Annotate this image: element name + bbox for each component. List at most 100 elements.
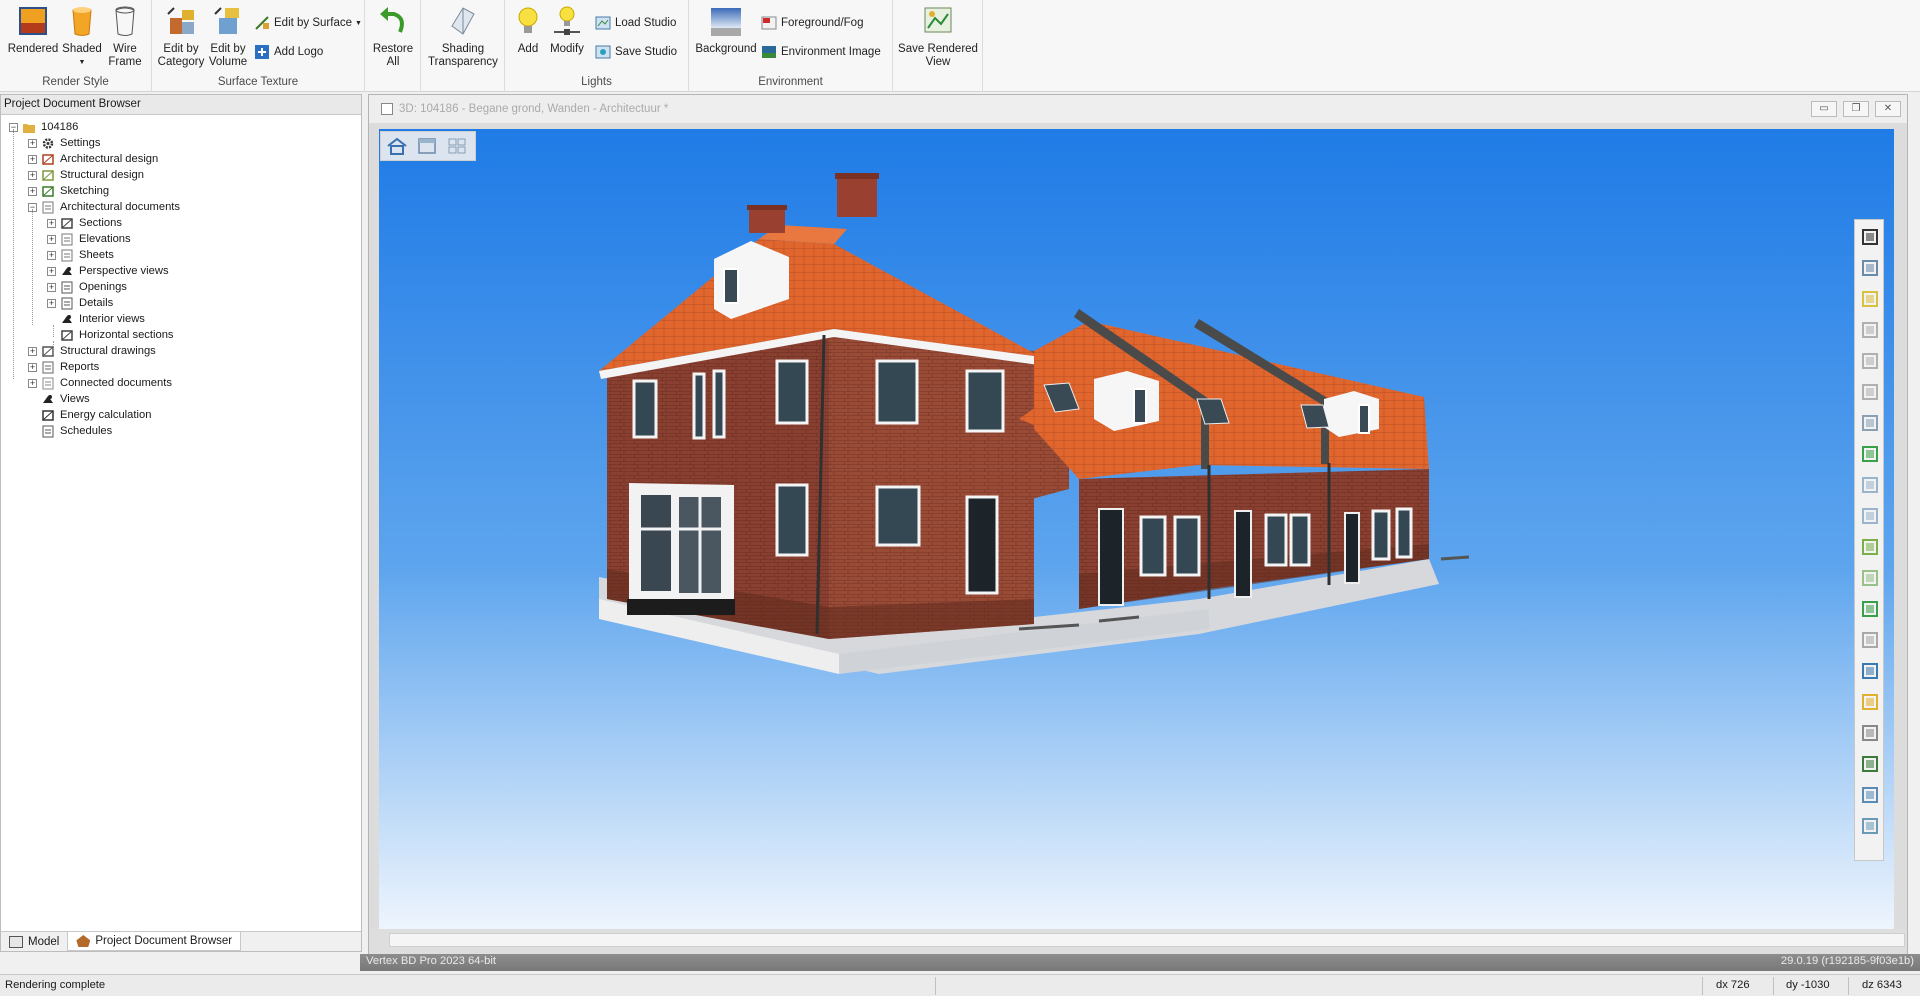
box-select-icon[interactable] [1859,598,1881,620]
add-logo-button[interactable]: Add Logo [254,44,323,60]
transparency-icon [446,4,480,38]
modify-light-button[interactable]: Modify [547,4,587,56]
export-icon[interactable] [1859,815,1881,837]
box-front-icon[interactable] [1859,505,1881,527]
add-light-button[interactable]: Add [511,4,545,56]
tree-item[interactable]: + Sections [47,215,122,231]
tree-item[interactable]: + Structural drawings [28,343,156,359]
background-button[interactable]: Background [693,4,759,56]
beam-icon [41,169,55,182]
tree-item[interactable]: + Openings [47,279,127,295]
tree-item[interactable]: − Architectural documents [28,199,180,215]
expand-icon[interactable]: + [28,186,37,196]
tree-item[interactable]: + Perspective views [47,263,169,279]
ribbon: Rendered Shaded ▼ Wire Frame Render Styl… [0,0,1920,92]
layer-yellow-icon[interactable] [1859,691,1881,713]
tree-item[interactable]: + Sketching [28,183,109,199]
expand-icon[interactable]: + [28,362,37,372]
rendered-icon [16,4,50,38]
foreground-fog-button[interactable]: Foreground/Fog [761,15,863,31]
restore-all-button[interactable]: Restore All [369,4,417,69]
wire-frame-button[interactable]: Wire Frame [104,4,146,69]
save-rendered-view-button[interactable]: Save Rendered View [897,4,979,69]
tree-item[interactable]: + Settings [28,135,100,151]
close-button[interactable]: ✕ [1875,101,1901,117]
tree-item[interactable]: + Architectural design [28,151,158,167]
quad-viewport-icon[interactable] [445,136,469,156]
tree-item[interactable]: Interior views [47,311,145,327]
crop-icon[interactable] [1859,257,1881,279]
dy-readout: dy -1030 [1786,979,1830,991]
tree-item[interactable]: Views [28,391,90,407]
expand-icon[interactable]: + [28,346,37,356]
expand-icon[interactable]: + [47,250,56,260]
right-toolbar [1854,219,1884,861]
horizontal-scrollbar[interactable] [389,933,1905,947]
tree-item[interactable]: + Structural design [28,167,144,183]
axis-icon[interactable] [1859,753,1881,775]
expand-icon[interactable]: + [47,266,56,276]
load-studio-button[interactable]: Load Studio [595,15,676,31]
save-studio-button[interactable]: Save Studio [595,44,677,60]
shading-label-1: Shading [441,43,485,55]
box-side-icon[interactable] [1859,536,1881,558]
expand-icon[interactable]: + [47,218,56,228]
tree-guide-line [32,209,33,325]
expand-icon[interactable]: + [47,282,56,292]
edit-by-category-button[interactable]: Edit by Category [158,4,204,69]
tab-project-document-browser[interactable]: Project Document Browser [67,932,242,951]
pin-icon[interactable] [1859,226,1881,248]
dx-readout: dx 726 [1716,979,1750,991]
maximize-button[interactable]: ❐ [1843,101,1869,117]
tree-item[interactable]: Energy calculation [28,407,151,423]
single-viewport-icon[interactable] [415,136,439,156]
shading-transparency-button[interactable]: Shading Transparency [427,4,499,69]
calculator-icon [41,409,55,422]
home-view-icon[interactable] [385,136,409,156]
cursor-edit-icon[interactable] [1859,350,1881,372]
layer-stack-icon[interactable] [1859,660,1881,682]
3d-render-canvas[interactable] [379,129,1894,929]
tree-item[interactable]: + Sheets [47,247,114,263]
expand-icon[interactable]: + [28,170,37,180]
tree-item-label: Connected documents [60,377,172,389]
tab-model[interactable]: Model [1,932,67,951]
3d-view-title: 3D: 104186 - Begane grond, Wanden - Arch… [399,103,669,115]
cursor-select-icon[interactable] [1859,381,1881,403]
shaded-button[interactable]: Shaded ▼ [60,4,104,69]
tree-item[interactable]: Horizontal sections [47,327,174,343]
layer-icon[interactable] [1859,629,1881,651]
box-green-icon[interactable] [1859,443,1881,465]
environment-image-button[interactable]: Environment Image [761,44,881,60]
cursor-icon[interactable] [1859,319,1881,341]
expand-icon[interactable]: + [47,234,56,244]
box-outline-icon[interactable] [1859,474,1881,496]
filter-icon[interactable] [1859,412,1881,434]
ruler-icon[interactable] [1859,288,1881,310]
edit-by-surface-button[interactable]: Edit by Surface ▼ [254,15,362,31]
mirror-icon[interactable] [1859,784,1881,806]
expand-icon[interactable]: + [28,378,37,388]
tree-item[interactable]: + Details [47,295,113,311]
tree-item-label: Horizontal sections [79,329,174,341]
sheet-icon [60,249,74,262]
expand-icon[interactable]: + [47,298,56,308]
tree-item[interactable]: −104186 [9,119,78,135]
shaded-dropdown-icon: ▼ [78,59,86,66]
surface-texture-group: Edit by Category Edit by Volume Edit by … [152,0,365,92]
view-bottom-bar [369,929,1907,955]
minimize-button[interactable]: ▭ [1811,101,1837,117]
expand-icon[interactable]: + [28,154,37,164]
tree-item[interactable]: + Connected documents [28,375,172,391]
expand-icon[interactable]: + [28,138,37,148]
tree-item[interactable]: + Reports [28,359,99,375]
box-iso-icon[interactable] [1859,567,1881,589]
edit-by-category-label-1: Edit by [163,43,199,55]
rendered-button[interactable]: Rendered [6,4,60,56]
delete-icon[interactable] [1859,722,1881,744]
tree-item[interactable]: + Elevations [47,231,131,247]
save-rendered-view-label-1: Save Rendered [898,43,978,55]
edit-by-volume-button[interactable]: Edit by Volume [206,4,250,69]
3d-view-window[interactable]: 3D: 104186 - Begane grond, Wanden - Arch… [368,94,1908,956]
tree-item[interactable]: Schedules [28,423,112,439]
